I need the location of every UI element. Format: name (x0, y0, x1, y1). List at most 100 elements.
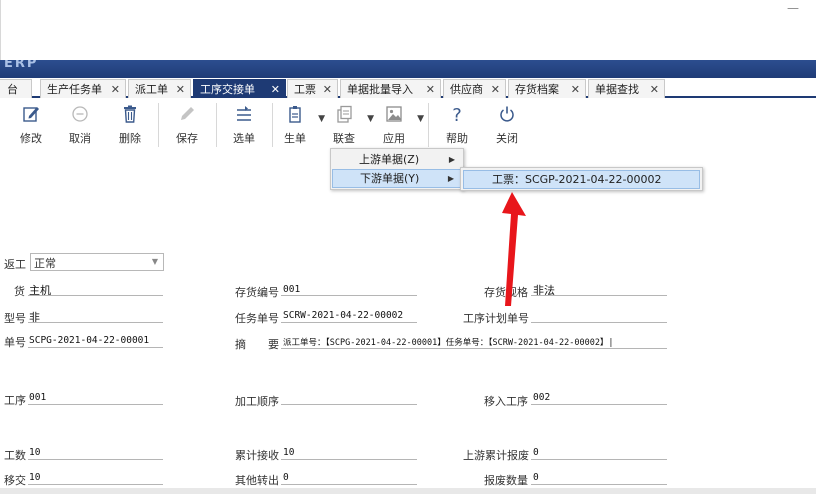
cancel-label: 取消 (69, 132, 91, 145)
stock-code-label: 存货编号 (235, 286, 279, 299)
process-value[interactable]: 001 (29, 392, 46, 403)
close-icon[interactable]: ✕ (176, 83, 185, 96)
tab-label: 工票 (294, 83, 316, 96)
minimize-button[interactable]: — (786, 2, 800, 16)
chevron-right-icon: ▶ (448, 155, 455, 164)
submenu-item-work-ticket[interactable]: 工票：SCGP-2021-04-22-00002 (463, 170, 700, 189)
select-doc-label: 选单 (233, 132, 255, 145)
task-no-value[interactable]: SCRW-2021-04-22-00002 (283, 310, 403, 321)
chevron-down-icon[interactable]: ▼ (148, 255, 162, 269)
tab-label: 派工单 (135, 83, 168, 96)
up-scrap-label: 上游累计报废 (463, 449, 529, 462)
scrap-qty-value[interactable]: 0 (533, 472, 539, 483)
cancel-icon (60, 105, 100, 127)
move-in-value[interactable]: 002 (533, 392, 550, 403)
tab-dispatch[interactable]: 派工单 ✕ (128, 79, 191, 98)
toolbar-separator (158, 103, 159, 147)
up-scrap-value[interactable]: 0 (533, 447, 539, 458)
save-label: 保存 (176, 132, 198, 145)
tab-supplier[interactable]: 供应商 ✕ (443, 79, 506, 98)
close-button[interactable]: 关闭 (487, 105, 527, 147)
summary-underline (281, 348, 667, 349)
proc-order-underline (281, 404, 417, 405)
edit-icon (11, 105, 51, 127)
other-out-value[interactable]: 0 (283, 472, 289, 483)
summary-label: 摘 要 (235, 338, 279, 351)
cum-receive-value[interactable]: 10 (283, 447, 294, 458)
clipboard-icon (275, 105, 315, 127)
apply-button[interactable]: 应用 ▼ (374, 105, 424, 147)
edit-button[interactable]: 修改 (11, 105, 51, 147)
copy-docs-icon (324, 105, 364, 127)
up-scrap-underline (531, 459, 667, 460)
close-icon[interactable]: ✕ (111, 83, 120, 96)
process-plan-underline (531, 322, 667, 323)
toolbar-separator (216, 103, 217, 147)
app-header-band (0, 60, 816, 80)
goods-underline (28, 295, 163, 296)
task-no-label: 任务单号 (235, 312, 279, 325)
cum-receive-underline (281, 459, 417, 460)
menu-item-label: 下游单据(Y) (360, 172, 420, 185)
toolbar-separator (272, 103, 273, 147)
proc-order-label: 加工顺序 (235, 395, 279, 408)
window-title-area (0, 0, 816, 60)
tab-label: 单据批量导入 (347, 83, 413, 96)
linked-query-menu: 上游单据(Z) ▶ 下游单据(Y) ▶ (330, 148, 464, 190)
close-icon[interactable]: ✕ (571, 83, 580, 96)
work-qty-value[interactable]: 10 (29, 447, 40, 458)
query-button[interactable]: 联查 ▼ (324, 105, 374, 147)
close-icon[interactable]: ✕ (491, 83, 500, 96)
dispatch-no-label: 单号 (4, 336, 26, 349)
downstream-submenu: 工票：SCGP-2021-04-22-00002 (460, 167, 703, 191)
tab-label: 供应商 (450, 83, 483, 96)
menu-item-label: 上游单据(Z) (359, 153, 420, 166)
process-plan-label: 工序计划单号 (463, 312, 529, 325)
trash-icon (110, 105, 150, 127)
tab-label: 生产任务单 (47, 83, 102, 96)
generate-button[interactable]: 生单 ▼ (275, 105, 325, 147)
select-doc-icon (224, 105, 264, 127)
close-icon[interactable]: ✕ (323, 83, 332, 96)
stock-code-underline (281, 295, 417, 296)
scrap-qty-underline (531, 484, 667, 485)
tab-inventory-archive[interactable]: 存货档案 ✕ (508, 79, 586, 98)
rework-label: 返工 (4, 258, 26, 271)
close-icon[interactable]: ✕ (426, 83, 435, 96)
tab-batch-import[interactable]: 单据批量导入 ✕ (340, 79, 441, 98)
dispatch-no-value[interactable]: SCPG-2021-04-22-00001 (29, 335, 149, 346)
chevron-down-icon[interactable]: ▼ (417, 114, 424, 124)
task-no-underline (281, 322, 417, 323)
menu-item-downstream[interactable]: 下游单据(Y) ▶ (332, 169, 462, 188)
save-button[interactable]: 保存 (167, 105, 207, 147)
help-icon: ? (452, 105, 462, 126)
tab-work-ticket[interactable]: 工票 ✕ (287, 79, 338, 98)
stock-spec-underline (531, 295, 667, 296)
delete-button[interactable]: 删除 (110, 105, 150, 147)
query-label: 联查 (333, 132, 355, 145)
tab-production-task[interactable]: 生产任务单 ✕ (40, 79, 126, 98)
select-doc-button[interactable]: 选单 (224, 105, 264, 147)
process-label: 工序 (4, 394, 26, 407)
image-icon (374, 105, 414, 127)
tab-workbench[interactable]: 台 (0, 79, 32, 98)
rework-value: 正常 (34, 257, 56, 270)
app-title: ERP (4, 60, 39, 71)
stock-code-value[interactable]: 001 (283, 284, 300, 295)
tab-document-search[interactable]: 单据查找 ✕ (588, 79, 665, 98)
edit-label: 修改 (20, 132, 42, 145)
help-button[interactable]: ? 帮助 (437, 105, 477, 147)
summary-value[interactable]: 派工单号：【SCPG-2021-04-22-00001】任务单号：【SCRW-2… (283, 336, 614, 348)
close-icon[interactable]: ✕ (650, 83, 659, 96)
tab-label: 工序交接单 (200, 83, 255, 96)
tab-process-handover[interactable]: 工序交接单 ✕ (193, 79, 286, 98)
close-icon[interactable]: ✕ (271, 83, 280, 96)
cancel-button[interactable]: 取消 (60, 105, 100, 147)
transfer-value[interactable]: 10 (29, 472, 40, 483)
rework-select[interactable]: 正常 ▼ (30, 253, 164, 271)
menu-item-upstream[interactable]: 上游单据(Z) ▶ (332, 150, 462, 169)
model-underline (28, 322, 163, 323)
chevron-down-icon[interactable]: ▼ (367, 114, 374, 124)
cum-receive-label: 累计接收 (235, 449, 279, 462)
model-label: 型号 (4, 312, 26, 325)
